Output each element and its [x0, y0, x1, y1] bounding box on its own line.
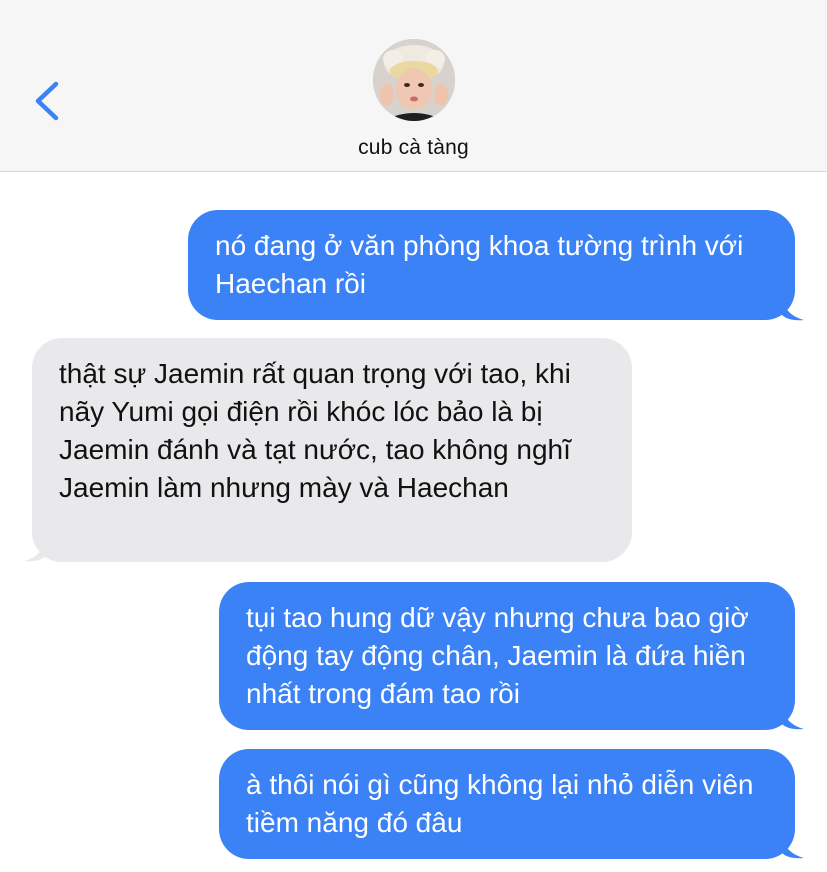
bubble-tail	[24, 540, 46, 562]
message-thread: nó đang ở văn phòng khoa tường trình với…	[0, 173, 827, 872]
received-message-bubble[interactable]: thật sự Jaemin rất quan trọng với tao, k…	[32, 338, 632, 562]
message-text: à thôi nói gì cũng không lại nhỏ diễn vi…	[246, 769, 754, 838]
message-text: tụi tao hung dữ vậy nhưng chưa bao giờ đ…	[246, 602, 749, 709]
contact-name[interactable]: cub cà tàng	[0, 136, 827, 160]
sent-message-bubble[interactable]: tụi tao hung dữ vậy nhưng chưa bao giờ đ…	[219, 582, 795, 730]
message-text: thật sự Jaemin rất quan trọng với tao, k…	[59, 358, 571, 503]
avatar[interactable]	[373, 39, 455, 121]
bubble-tail	[782, 837, 804, 859]
message-text: nó đang ở văn phòng khoa tường trình với…	[215, 230, 744, 299]
conversation-header: cub cà tàng	[0, 0, 827, 172]
bubble-tail	[782, 299, 804, 321]
bubble-tail	[782, 708, 804, 730]
sent-message-bubble[interactable]: à thôi nói gì cũng không lại nhỏ diễn vi…	[219, 749, 795, 859]
chevron-left-icon[interactable]	[26, 76, 70, 126]
sent-message-bubble[interactable]: nó đang ở văn phòng khoa tường trình với…	[188, 210, 795, 320]
contact-avatar-photo	[373, 39, 455, 121]
